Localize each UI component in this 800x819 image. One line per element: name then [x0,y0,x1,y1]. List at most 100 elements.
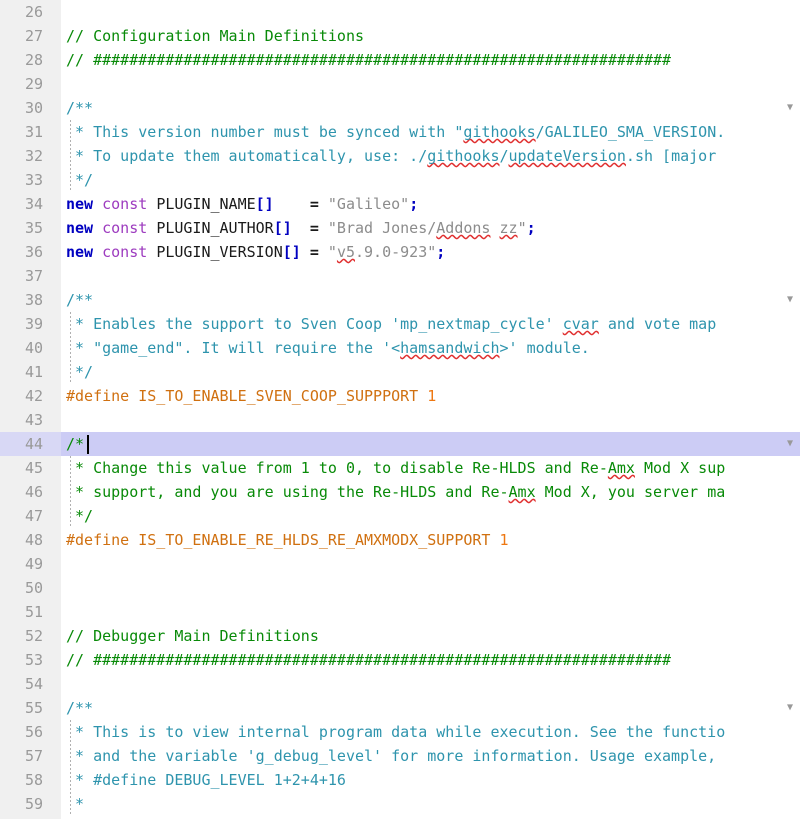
line-number: 43 [24,411,43,429]
line-number: 30 [24,99,43,117]
code-line[interactable]: 32 * To update them automatically, use: … [0,144,800,168]
code-line[interactable]: 45 * Change this value from 1 to 0, to d… [0,456,800,480]
fold-arrow-icon[interactable]: ▼ [783,432,797,456]
line-number: 53 [24,651,43,669]
line-number: 32 [24,147,43,165]
fold-arrow-icon[interactable]: ▼ [783,288,797,312]
code-text: */ [66,507,94,525]
code-text: * Enables the support to Sven Coop 'mp_n… [66,315,717,333]
code-text: /** [66,291,94,309]
code-text: /** [66,699,94,717]
code-line[interactable]: 31 * This version number must be synced … [0,120,800,144]
line-number: 27 [24,27,43,45]
code-line[interactable]: 47 */ [0,504,800,528]
code-text: // Debugger Main Definitions [66,627,319,645]
line-number: 33 [24,171,43,189]
code-text: * support, and you are using the Re-HLDS… [66,483,726,501]
line-number: 56 [24,723,43,741]
code-editor[interactable]: 26 27 // Configuration Main Definitions 28 /… [0,0,800,819]
line-number: 44 [0,432,61,456]
code-line[interactable]: 49 [0,552,800,576]
code-line[interactable]: 56 * This is to view internal program da… [0,720,800,744]
code-line[interactable]: 33 */ [0,168,800,192]
line-number: 28 [24,51,43,69]
code-line[interactable]: 34 new const PLUGIN_NAME[] = "Galileo"; [0,192,800,216]
code-text: * and the variable 'g_debug_level' for m… [66,747,717,765]
code-line[interactable]: 26 [0,0,800,24]
code-text: * [66,795,85,813]
code-line[interactable]: 48 #define IS_TO_ENABLE_RE_HLDS_RE_AMXMOD… [0,528,800,552]
line-number: 46 [24,483,43,501]
line-number: 47 [24,507,43,525]
code-text: * This version number must be synced wit… [66,123,726,141]
line-number: 31 [24,123,43,141]
line-number: 59 [24,795,43,813]
line-number: 40 [24,339,43,357]
code-line[interactable]: 57 * and the variable 'g_debug_level' fo… [0,744,800,768]
code-line[interactable]: 36 new const PLUGIN_VERSION[] = "v5.9.0-9… [0,240,800,264]
code-line[interactable]: 27 // Configuration Main Definitions [0,24,800,48]
code-line[interactable]: 42 #define IS_TO_ENABLE_SVEN_COOP_SUPPPOR… [0,384,800,408]
code-text: * Change this value from 1 to 0, to disa… [66,459,726,477]
code-text: * To update them automatically, use: ./g… [66,147,717,165]
code-line[interactable]: 59 * [0,792,800,816]
code-text: new const PLUGIN_VERSION[] = "v5.9.0-923… [66,243,446,261]
code-line[interactable]: 51 [0,600,800,624]
code-lines[interactable]: 26 27 // Configuration Main Definitions 28 /… [0,0,800,816]
line-number: 57 [24,747,43,765]
code-text: new const PLUGIN_NAME[] = "Galileo"; [66,195,419,213]
code-text: /* [66,435,85,453]
line-number: 49 [24,555,43,573]
code-text: // #####################################… [66,51,672,69]
code-line[interactable]: 35 new const PLUGIN_AUTHOR[] = "Brad Jone… [0,216,800,240]
line-number: 54 [24,675,43,693]
line-number: 41 [24,363,43,381]
line-number: 48 [24,531,43,549]
line-number: 35 [24,219,43,237]
code-line[interactable]: 50 [0,576,800,600]
text-cursor [86,435,89,454]
code-text: // #####################################… [66,651,672,669]
line-number: 29 [24,75,43,93]
code-line[interactable]: 54 [0,672,800,696]
code-line[interactable]: 30 ▼ /** [0,96,800,120]
line-number: 42 [24,387,43,405]
line-number: 52 [24,627,43,645]
code-text: */ [66,171,94,189]
code-text: /** [66,99,94,117]
line-number: 45 [24,459,43,477]
code-line[interactable]: 52 // Debugger Main Definitions [0,624,800,648]
code-line[interactable]: 29 [0,72,800,96]
fold-arrow-icon[interactable]: ▼ [783,696,797,720]
line-number: 51 [24,603,43,621]
code-line[interactable]: 53 // ###################################… [0,648,800,672]
code-text: * This is to view internal program data … [66,723,726,741]
code-line[interactable]: 40 * "game_end". It will require the '<h… [0,336,800,360]
line-number: 37 [24,267,43,285]
code-text: * "game_end". It will require the '<hams… [66,339,590,357]
code-line[interactable]: 28 // ###################################… [0,48,800,72]
code-line[interactable]: 43 [0,408,800,432]
code-text: #define IS_TO_ENABLE_RE_HLDS_RE_AMXMODX_… [66,531,509,549]
code-line[interactable]: 55 ▼ /** [0,696,800,720]
line-number: 55 [24,699,43,717]
line-number: 26 [24,3,43,21]
code-line[interactable]: 46 * support, and you are using the Re-H… [0,480,800,504]
line-number: 58 [24,771,43,789]
line-number: 38 [24,291,43,309]
code-line[interactable]: 41 */ [0,360,800,384]
fold-arrow-icon[interactable]: ▼ [783,96,797,120]
line-number: 36 [24,243,43,261]
code-line[interactable]: 44 ▼ /* [0,432,800,456]
code-text: */ [66,363,94,381]
line-number: 39 [24,315,43,333]
code-text: #define IS_TO_ENABLE_SVEN_COOP_SUPPPORT … [66,387,437,405]
code-line[interactable]: 58 * #define DEBUG_LEVEL 1+2+4+16 [0,768,800,792]
code-text: * #define DEBUG_LEVEL 1+2+4+16 [66,771,346,789]
code-line[interactable]: 39 * Enables the support to Sven Coop 'm… [0,312,800,336]
code-line[interactable]: 37 [0,264,800,288]
line-number: 50 [24,579,43,597]
code-text: // Configuration Main Definitions [66,27,365,45]
code-line[interactable]: 38 ▼ /** [0,288,800,312]
line-number: 34 [24,195,43,213]
